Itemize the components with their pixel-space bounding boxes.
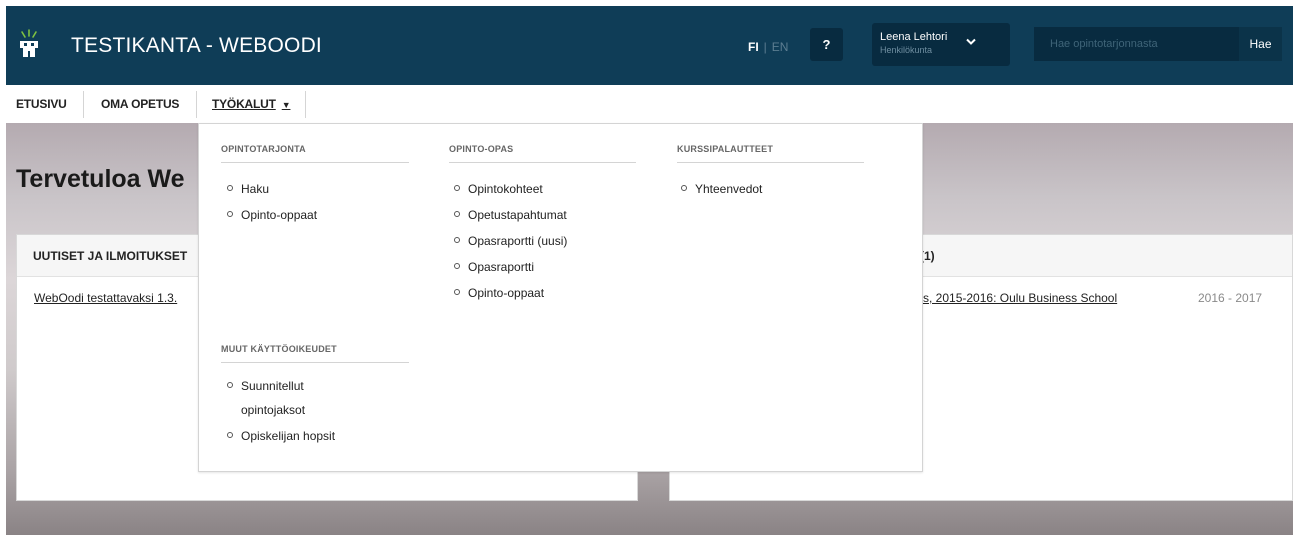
menu-item-opinto-oppaat[interactable]: Opinto-oppaat <box>227 203 317 229</box>
lang-fi[interactable]: FI <box>748 40 759 54</box>
welcome-heading: Tervetuloa We <box>16 165 185 193</box>
course-link[interactable]: nts, 2015-2016: Oulu Business School <box>913 291 1117 305</box>
menu-item-label: Opiskelijan hopsit <box>241 429 336 443</box>
university-logo-icon <box>20 29 38 57</box>
menu-item-label: Opetustapahtumat <box>468 208 567 222</box>
menu-item-opinto-oppaat-2[interactable]: Opinto-oppaat <box>454 281 567 307</box>
nav-item-tyokalut-label: TYÖKALUT <box>212 97 276 111</box>
bullet-icon <box>454 289 460 295</box>
lang-en[interactable]: EN <box>772 40 789 54</box>
dropdown-list-kurssipalautteet: Yhteenvedot <box>681 177 762 203</box>
dropdown-heading-opintotarjonta: OPINTOTARJONTA <box>221 144 409 163</box>
menu-item-label: Suunnitellut opintojaksot <box>241 379 306 417</box>
user-role: Henkilökunta <box>880 45 933 55</box>
menu-item-label: Opintokohteet <box>468 182 543 196</box>
lang-separator: | <box>763 40 767 54</box>
app-title: TESTIKANTA - WEBOODI <box>71 34 322 57</box>
tools-dropdown-menu: OPINTOTARJONTA Haku Opinto-oppaat MUUT K… <box>198 123 923 472</box>
bullet-icon <box>454 237 460 243</box>
nav-item-oma-opetus[interactable]: OMA OPETUS <box>101 97 179 111</box>
menu-item-opiskelijan-hopsit[interactable]: Opiskelijan hopsit <box>227 424 351 450</box>
dropdown-heading-opinto-opas: OPINTO-OPAS <box>449 144 636 163</box>
nav-divider <box>83 91 84 118</box>
menu-item-label: Opasraportti (uusi) <box>468 234 568 248</box>
user-name: Leena Lehtori <box>880 31 948 43</box>
search-input[interactable] <box>1034 27 1239 61</box>
bullet-icon <box>227 382 233 388</box>
news-link[interactable]: WebOodi testattavaksi 1.3. <box>34 291 177 305</box>
menu-item-opintokohteet[interactable]: Opintokohteet <box>454 177 567 203</box>
menu-item-opetustapahtumat[interactable]: Opetustapahtumat <box>454 203 567 229</box>
course-year: 2016 - 2017 <box>1198 291 1263 305</box>
main-nav: ETUSIVU OMA OPETUS TYÖKALUT ▼ <box>0 85 1293 123</box>
menu-item-label: Yhteenvedot <box>695 182 763 196</box>
bullet-icon <box>454 263 460 269</box>
dropdown-heading-muut-kayttooikeudet: MUUT KÄYTTÖOIKEUDET <box>221 344 409 363</box>
bullet-icon <box>681 185 687 191</box>
dropdown-heading-kurssipalautteet: KURSSIPALAUTTEET <box>677 144 864 163</box>
nav-divider <box>196 91 197 118</box>
menu-item-opasraportti-uusi[interactable]: Opasraportti (uusi) <box>454 229 567 255</box>
menu-item-haku[interactable]: Haku <box>227 177 317 203</box>
chevron-down-icon <box>966 38 976 45</box>
nav-item-etusivu[interactable]: ETUSIVU <box>16 97 67 111</box>
dropdown-list-opintotarjonta: Haku Opinto-oppaat <box>227 177 317 229</box>
help-button[interactable]: ? <box>810 28 843 61</box>
bullet-icon <box>227 185 233 191</box>
menu-item-suunnitellut-opintojaksot[interactable]: Suunnitellut opintojaksot <box>227 374 351 424</box>
nav-divider <box>305 91 306 118</box>
language-switcher: FI | EN <box>748 40 788 54</box>
menu-item-label: Opasraportti <box>468 260 535 274</box>
bullet-icon <box>227 432 233 438</box>
menu-item-label: Opinto-oppaat <box>468 286 545 300</box>
menu-item-opasraportti[interactable]: Opasraportti <box>454 255 567 281</box>
search-button[interactable]: Hae <box>1239 27 1282 61</box>
bullet-icon <box>227 211 233 217</box>
menu-item-yhteenvedot[interactable]: Yhteenvedot <box>681 177 762 203</box>
bullet-icon <box>454 185 460 191</box>
menu-item-label: Haku <box>241 182 270 196</box>
app-header: TESTIKANTA - WEBOODI FI | EN ? Leena Lehto… <box>6 6 1293 85</box>
menu-item-label: Opinto-oppaat <box>241 208 318 222</box>
dropdown-list-muut: Suunnitellut opintojaksot Opiskelijan ho… <box>227 374 351 450</box>
nav-item-tyokalut[interactable]: TYÖKALUT ▼ <box>212 97 291 111</box>
user-menu[interactable]: Leena Lehtori Henkilökunta <box>872 23 1010 66</box>
dropdown-list-opinto-opas: Opintokohteet Opetustapahtumat Opasrapor… <box>454 177 567 307</box>
caret-down-icon: ▼ <box>281 100 291 110</box>
bullet-icon <box>454 211 460 217</box>
